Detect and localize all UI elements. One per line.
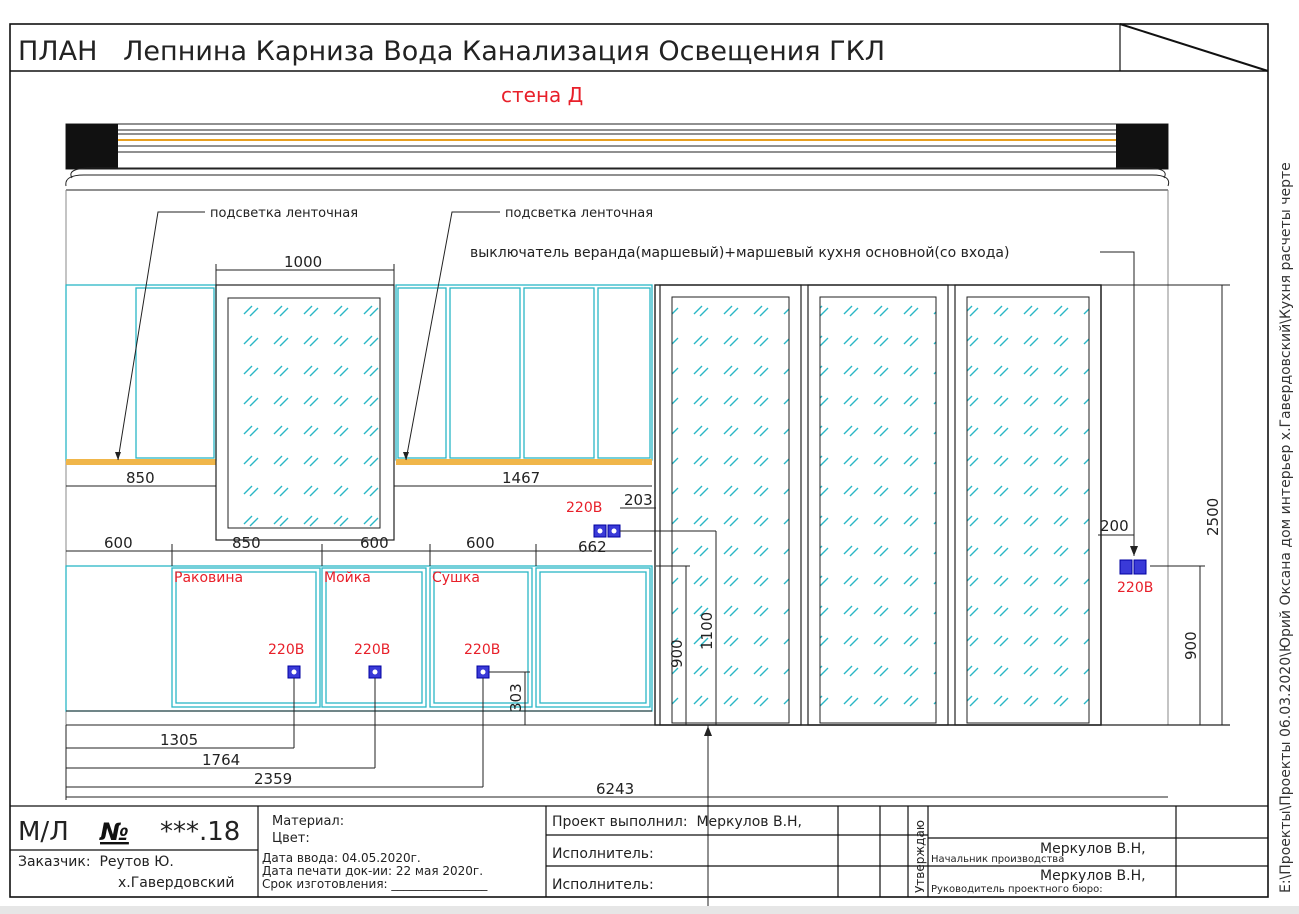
dimension-text: 6243 bbox=[596, 780, 634, 798]
ml-label: М/Л bbox=[18, 817, 69, 847]
date-input: Дата ввода: 04.05.2020г. bbox=[262, 851, 421, 865]
dimension-text: 850 bbox=[232, 534, 261, 552]
dimension-text: 2500 bbox=[1204, 498, 1222, 536]
approver-role: Начальник производства bbox=[931, 854, 1064, 865]
dimension-text: 1305 bbox=[160, 731, 198, 749]
sink-label: Раковина bbox=[174, 570, 243, 586]
date-print: Дата печати док-ии: 22 мая 2020г. bbox=[262, 864, 483, 878]
led-strip bbox=[66, 459, 216, 465]
sheet-number: ***.18 bbox=[160, 817, 240, 847]
executor-label: Исполнитель: bbox=[552, 877, 654, 893]
dimension-text: 1467 bbox=[502, 469, 540, 487]
file-path: E:\Проекты\Проекты 06.03.2020\Юрий Оксан… bbox=[1278, 162, 1294, 893]
dimension-text: 900 bbox=[1182, 631, 1200, 660]
voltage-label: 220В bbox=[268, 642, 304, 658]
wash-label: Мойка bbox=[324, 570, 371, 586]
window bbox=[215, 284, 395, 541]
dimension-text: 600 bbox=[466, 534, 495, 552]
dimension-text: 1000 bbox=[284, 253, 322, 271]
color-label: Цвет: bbox=[272, 831, 310, 846]
dimension-text: 900 bbox=[668, 639, 686, 668]
dimension-text: 1100 bbox=[698, 612, 716, 650]
led-label: подсветка ленточная bbox=[210, 206, 358, 221]
voltage-label: 220В bbox=[464, 642, 500, 658]
executor-label: Исполнитель: bbox=[552, 846, 654, 862]
dimension-text: 600 bbox=[104, 534, 133, 552]
page-title: ПЛАН Лепнина Карниза Вода Канализация Ос… bbox=[18, 36, 885, 67]
dimension-text: 600 bbox=[360, 534, 389, 552]
glass-doors bbox=[654, 284, 1102, 726]
bottom-bar bbox=[0, 906, 1299, 914]
deadline: Срок изготовления: ________________ bbox=[262, 877, 488, 891]
dimension-text: 850 bbox=[126, 469, 155, 487]
wall-label: стена Д bbox=[501, 83, 583, 107]
dimension-text: 662 bbox=[578, 538, 607, 556]
switch-label: выключатель веранда(маршевый)+маршевый к… bbox=[470, 245, 1009, 261]
dimension-text: 200 bbox=[1100, 517, 1129, 535]
approved-label: Утверждаю bbox=[913, 820, 927, 893]
approver-name: Меркулов В.Н, bbox=[1040, 868, 1146, 884]
led-label: подсветка ленточная bbox=[505, 206, 653, 221]
customer-label: Заказчик: Реутов Ю. bbox=[18, 854, 174, 870]
material-label: Материал: bbox=[272, 814, 344, 829]
dimension-text: 1764 bbox=[202, 751, 240, 769]
customer-location: х.Гавердовский bbox=[118, 875, 234, 891]
voltage-label: 220В bbox=[354, 642, 390, 658]
voltage-label: 220В bbox=[1117, 580, 1153, 596]
number-sign: № bbox=[99, 818, 129, 846]
dimension-text: 303 bbox=[507, 683, 525, 712]
project-by: Проект выполнил: Меркулов В.Н, bbox=[552, 814, 802, 830]
voltage-label: 220В bbox=[566, 500, 602, 516]
led-strip bbox=[396, 459, 652, 465]
dimension-text: 203 bbox=[624, 491, 653, 509]
cornice bbox=[65, 123, 1170, 191]
approver-role: Руководитель проектного бюро: bbox=[931, 884, 1103, 895]
drawing-sheet: ПЛАН Лепнина Карниза Вода Канализация Ос… bbox=[9, 23, 1294, 910]
lower-cabinets bbox=[65, 565, 653, 712]
dryer-label: Сушка bbox=[432, 570, 480, 586]
dimension-text: 2359 bbox=[254, 770, 292, 788]
